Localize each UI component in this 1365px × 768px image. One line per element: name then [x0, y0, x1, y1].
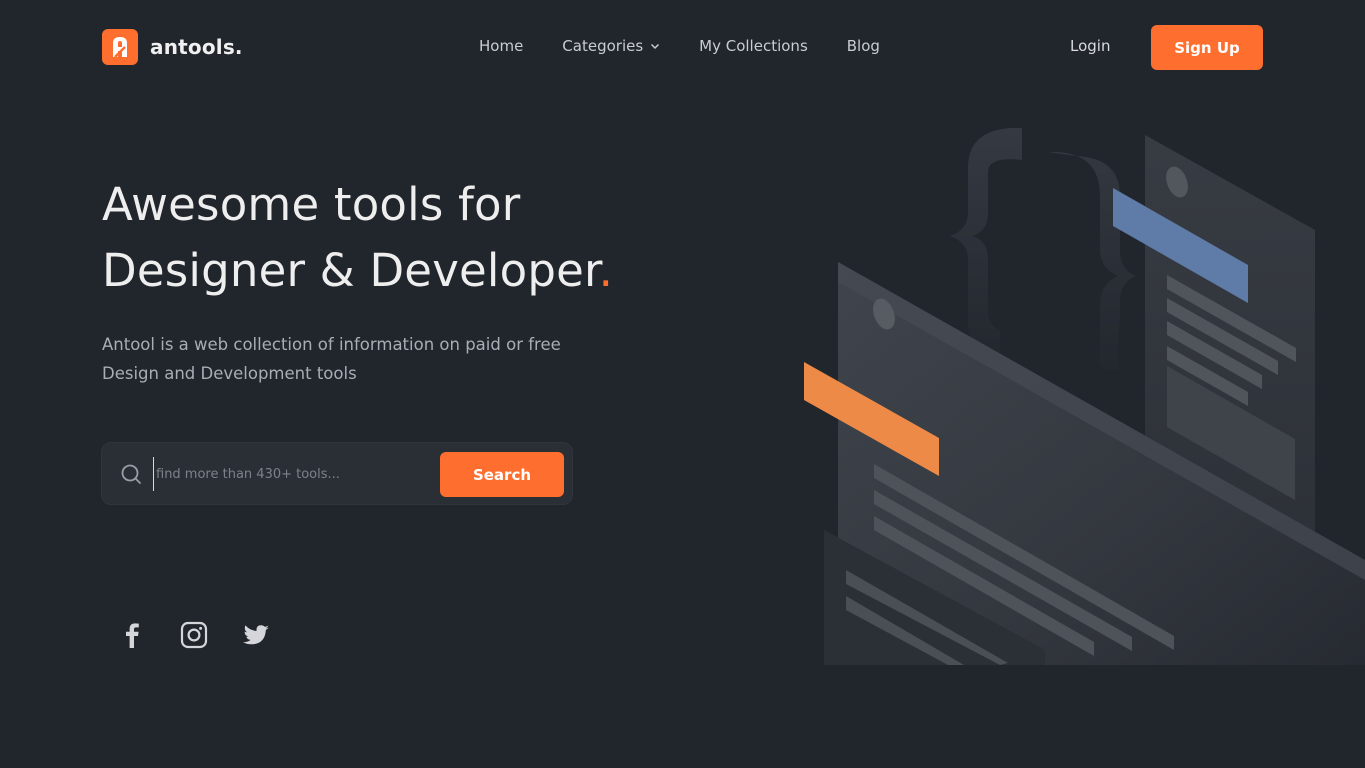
hero-subtitle: Antool is a web collection of informatio… — [102, 335, 561, 383]
nav-home[interactable]: Home — [479, 37, 523, 55]
main-nav: Home Categories My Collections Blog — [479, 37, 880, 55]
brace-left-icon — [950, 127, 1022, 360]
hero-title: Awesome tools for Designer & Developer. — [102, 172, 722, 304]
search-button[interactable]: Search — [440, 452, 564, 497]
nav-blog[interactable]: Blog — [847, 37, 880, 55]
search-bar: Search — [101, 442, 573, 505]
instagram-icon[interactable] — [180, 620, 208, 650]
social-links — [118, 620, 270, 650]
search-icon — [121, 464, 141, 484]
landing-page: antools. Home Categories My Collections … — [0, 0, 1365, 768]
signup-button[interactable]: Sign Up — [1151, 25, 1263, 70]
brand-logo[interactable]: antools. — [102, 29, 243, 65]
login-link[interactable]: Login — [1070, 37, 1110, 55]
nav-categories-label: Categories — [562, 37, 644, 55]
hero-title-dot: . — [598, 244, 614, 297]
nav-my-collections[interactable]: My Collections — [699, 37, 808, 55]
chevron-down-icon — [651, 43, 660, 50]
nav-categories-dropdown[interactable]: Categories — [562, 37, 660, 55]
brace-right-icon — [1048, 151, 1136, 371]
hero-title-line2: Designer & Developer — [102, 244, 599, 297]
nav-home-label: Home — [479, 37, 524, 55]
search-input[interactable] — [153, 457, 433, 491]
antools-logo-icon — [102, 29, 138, 65]
nav-blog-label: Blog — [846, 37, 880, 55]
nav-collections-label: My Collections — [699, 37, 808, 55]
hero-title-line1: Awesome tools for — [102, 178, 521, 231]
hero-illustration — [804, 127, 1365, 665]
brand-name: antools. — [150, 35, 243, 59]
facebook-icon[interactable] — [118, 620, 146, 650]
twitter-icon[interactable] — [242, 620, 270, 650]
